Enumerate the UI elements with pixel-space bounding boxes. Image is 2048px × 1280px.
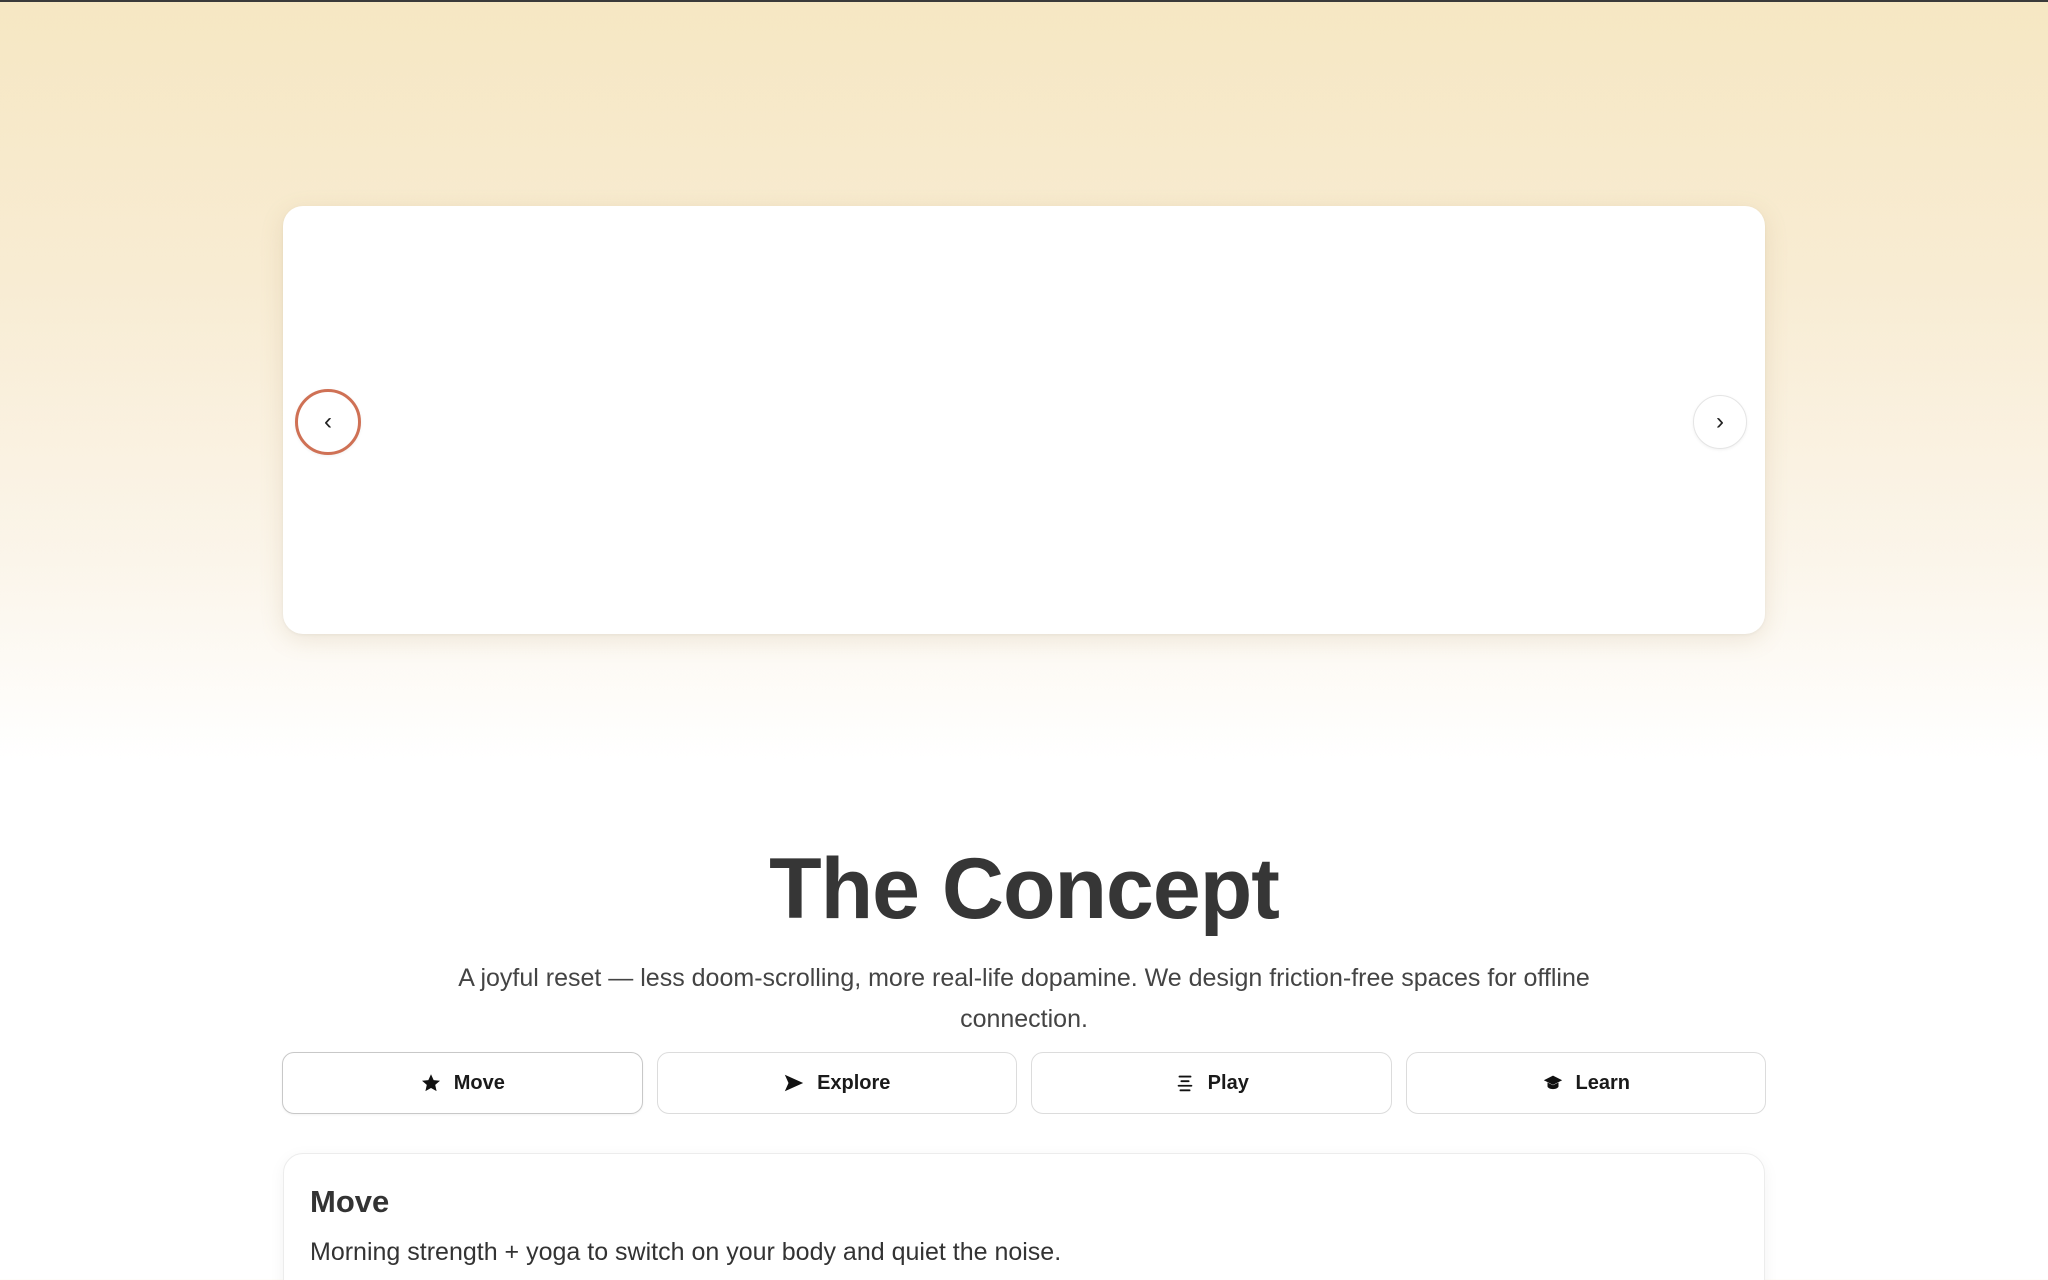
carousel-prev-button[interactable]: ‹	[295, 389, 361, 455]
section-description: A joyful reset — less doom-scrolling, mo…	[458, 964, 1590, 1033]
panel-title: Move	[310, 1184, 390, 1219]
section-title: The Concept	[769, 841, 1280, 937]
chevron-right-icon: ›	[1716, 408, 1724, 435]
image-carousel: ‹ ›	[283, 206, 1765, 634]
tab-explore[interactable]: Explore	[656, 1052, 1017, 1114]
tab-learn[interactable]: Learn	[1405, 1052, 1766, 1114]
tab-label: Move	[453, 1071, 505, 1094]
panel-text: Morning strength + yoga to switch on you…	[310, 1238, 1062, 1266]
chevron-left-icon: ‹	[324, 408, 332, 435]
align-center-icon	[1174, 1072, 1196, 1094]
graduation-cap-icon	[1542, 1072, 1564, 1094]
tab-content-panel: Move Morning strength + yoga to switch o…	[283, 1153, 1765, 1280]
send-icon	[783, 1072, 805, 1094]
tab-label: Play	[1207, 1071, 1249, 1094]
concept-tabs: Move Explore Play Learn	[282, 1052, 1766, 1114]
star-icon	[420, 1072, 442, 1094]
top-rule	[0, 0, 2048, 2]
tab-label: Explore	[817, 1071, 891, 1094]
carousel-next-button[interactable]: ›	[1693, 395, 1747, 449]
tab-label: Learn	[1575, 1071, 1630, 1094]
tab-play[interactable]: Play	[1031, 1052, 1392, 1114]
tab-move[interactable]: Move	[282, 1052, 643, 1114]
